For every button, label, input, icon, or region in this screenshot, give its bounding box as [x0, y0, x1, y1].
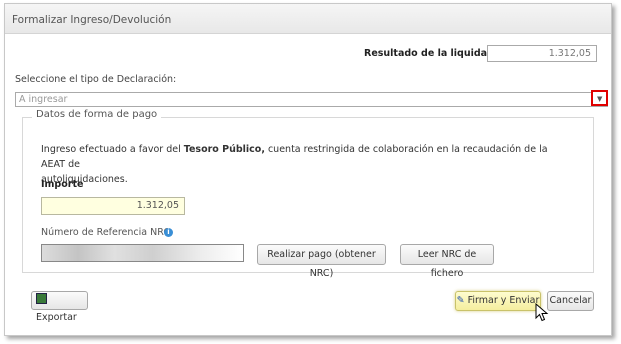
declaration-type-label: Seleccione el tipo de Declaración:: [15, 74, 177, 85]
chevron-down-icon: ▼: [597, 95, 603, 103]
export-button[interactable]: Exportar: [31, 291, 88, 323]
nrc-label: Número de Referencia NRC:: [41, 227, 174, 238]
importe-label: Importe: [41, 179, 84, 190]
cancel-button[interactable]: Cancelar: [547, 291, 594, 311]
nrc-input[interactable]: [41, 244, 244, 262]
export-button-label: Exportar: [36, 312, 77, 323]
result-value-field: 1.312,05: [487, 45, 597, 62]
sign-and-send-label: Firmar y Enviar: [467, 295, 540, 306]
declaration-dropdown-button[interactable]: ▼: [591, 90, 608, 106]
declaration-type-select[interactable]: A ingresar: [15, 92, 608, 107]
sign-icon: ✎: [456, 295, 465, 306]
sign-and-send-button[interactable]: ✎ Firmar y Enviar: [455, 291, 541, 311]
payment-description-prefix: Ingreso efectuado a favor del: [41, 144, 184, 155]
mouse-pointer-icon: [535, 303, 549, 322]
info-icon[interactable]: i: [164, 228, 173, 237]
payment-legend: Datos de forma de pago: [32, 109, 162, 120]
dialog-title: Formalizar Ingreso/Devolución: [5, 4, 611, 34]
payment-description-bold: Tesoro Público,: [183, 144, 265, 155]
export-icon: [36, 293, 47, 304]
payment-description: Ingreso efectuado a favor del Tesoro Púb…: [41, 142, 561, 187]
leer-nrc-button[interactable]: Leer NRC de fichero: [400, 244, 494, 279]
realizar-pago-button[interactable]: Realizar pago (obtener NRC): [257, 244, 386, 279]
importe-field: 1.312,05: [41, 197, 185, 215]
